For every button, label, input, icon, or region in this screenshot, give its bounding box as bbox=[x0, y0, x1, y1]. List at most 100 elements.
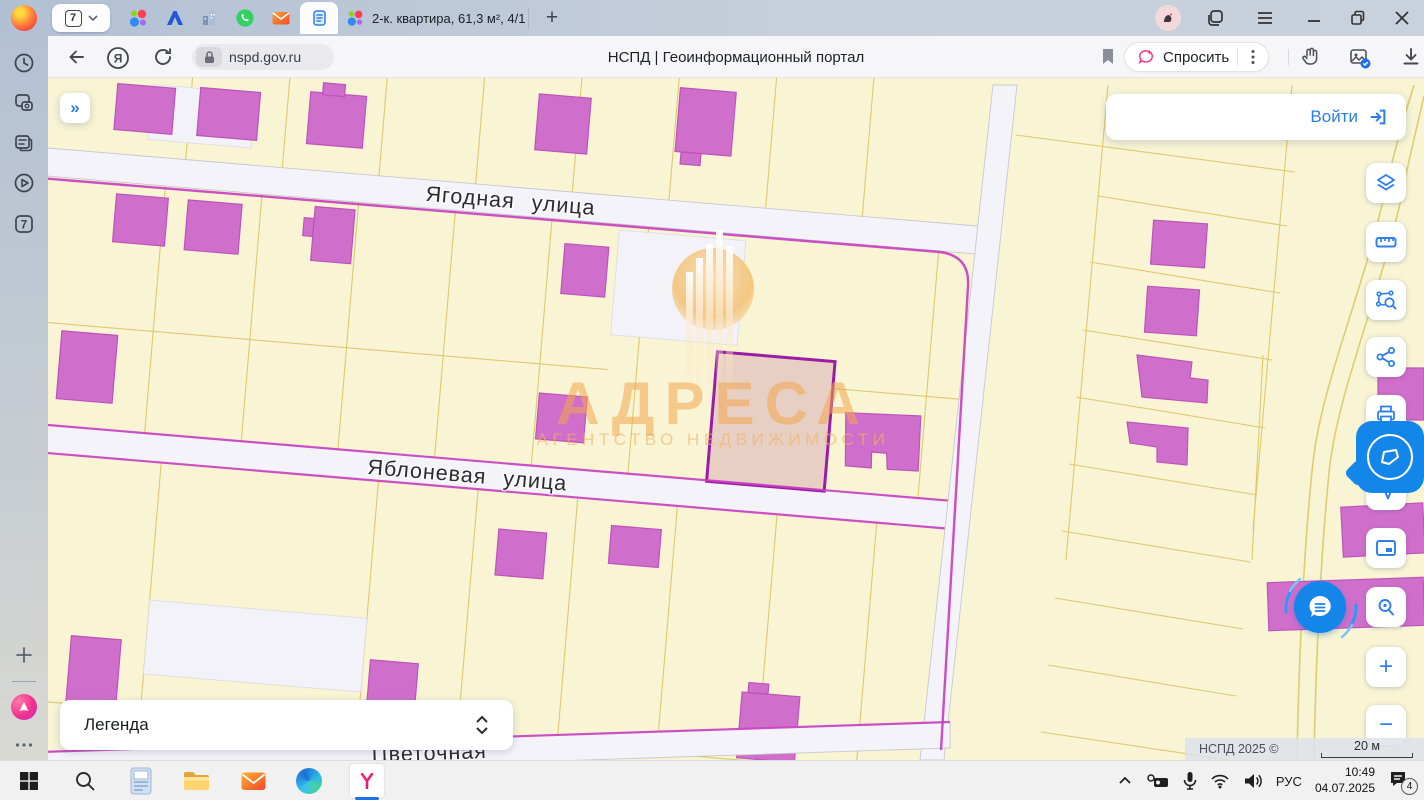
tray-time: 10:49 bbox=[1315, 765, 1375, 781]
map-search-icon bbox=[1374, 595, 1398, 619]
map-canvas[interactable]: Ягодная улица Яблоневая улица Цветочная bbox=[48, 78, 1424, 760]
language-indicator[interactable]: РУС bbox=[1276, 774, 1302, 789]
yandex-home-icon[interactable]: Я bbox=[106, 46, 130, 70]
address-bar[interactable]: nspd.gov.ru bbox=[192, 44, 334, 70]
login-label: Войти bbox=[1310, 107, 1358, 127]
watermark-subtitle: АГЕНТСТВО НЕДВИЖИМОСТИ bbox=[537, 430, 890, 449]
mail-envelope-icon bbox=[240, 769, 267, 793]
download-icon[interactable] bbox=[1400, 46, 1422, 68]
share-button[interactable] bbox=[1366, 337, 1406, 377]
device-camera-icon[interactable] bbox=[1146, 773, 1170, 789]
tab-group-seven-icon[interactable]: 7 bbox=[13, 213, 35, 235]
active-app-indicator bbox=[355, 797, 379, 800]
add-panel-icon[interactable] bbox=[13, 644, 35, 666]
bookmark-icon[interactable] bbox=[1098, 46, 1118, 68]
browser-toolbar: НСПД | Геоинформационный портал Я nspd.g… bbox=[48, 36, 1424, 78]
profile-avatar[interactable] bbox=[1155, 5, 1181, 31]
whatsapp-pinned-tab[interactable] bbox=[235, 8, 255, 28]
taskbar-app-calculator[interactable] bbox=[126, 766, 156, 796]
map-attribution-bar: НСПД 2025 © 20 м bbox=[1185, 738, 1424, 760]
notification-center[interactable]: 4 bbox=[1388, 769, 1416, 793]
scale-bar bbox=[1321, 753, 1413, 758]
screenshot-icon[interactable] bbox=[13, 92, 35, 114]
mail-pinned-tab[interactable] bbox=[271, 8, 291, 28]
tray-chevron-icon[interactable] bbox=[1117, 773, 1133, 789]
chat-support-button[interactable] bbox=[1294, 581, 1346, 633]
legend-panel[interactable]: Легенда bbox=[60, 700, 513, 750]
ask-label: Спросить bbox=[1163, 49, 1229, 66]
taskbar-yandex-browser-active[interactable] bbox=[350, 764, 384, 798]
clock[interactable]: 10:49 04.07.2025 bbox=[1315, 765, 1375, 796]
overview-map-button[interactable] bbox=[1366, 528, 1406, 568]
scale-label: 20 м bbox=[1354, 740, 1380, 753]
legend-title: Легенда bbox=[84, 715, 149, 735]
wifi-icon[interactable] bbox=[1210, 773, 1230, 789]
browser-sidebar: 7 bbox=[0, 36, 48, 760]
back-icon[interactable] bbox=[66, 46, 88, 68]
document-icon bbox=[309, 8, 329, 28]
ask-alice-button[interactable]: Спросить bbox=[1124, 42, 1269, 72]
alice-assistant-icon[interactable] bbox=[11, 694, 37, 720]
feed-icon[interactable] bbox=[13, 132, 35, 154]
taskbar-file-explorer[interactable] bbox=[182, 766, 212, 796]
tab-separator bbox=[528, 8, 529, 28]
search-on-map-button[interactable] bbox=[1366, 587, 1406, 627]
microphone-icon[interactable] bbox=[1183, 771, 1197, 791]
area-search-button[interactable] bbox=[1366, 280, 1406, 320]
legend-collapse-icon[interactable] bbox=[475, 714, 489, 736]
blue-a-pinned-tab[interactable] bbox=[164, 8, 184, 28]
windows-taskbar: РУС 10:49 04.07.2025 4 bbox=[0, 760, 1424, 800]
speaker-icon[interactable] bbox=[1243, 772, 1263, 790]
sidebar-divider bbox=[12, 681, 36, 682]
minimize-button[interactable] bbox=[1304, 8, 1324, 28]
chevron-down-icon bbox=[88, 15, 98, 21]
login-panel[interactable]: Войти bbox=[1106, 94, 1406, 140]
tabs-panel-icon[interactable] bbox=[1205, 8, 1225, 28]
calculator-icon bbox=[129, 767, 153, 795]
polygon-search-icon bbox=[1374, 288, 1398, 312]
history-icon[interactable] bbox=[13, 52, 35, 74]
measure-button[interactable] bbox=[1366, 222, 1406, 262]
tray-date: 04.07.2025 bbox=[1315, 781, 1375, 797]
alice-spark-icon bbox=[1137, 48, 1155, 66]
taskbar-edge[interactable] bbox=[294, 766, 324, 796]
more-options-icon[interactable] bbox=[13, 734, 35, 756]
zoom-in-button[interactable]: + bbox=[1366, 647, 1406, 687]
buildings-pinned-tab[interactable] bbox=[199, 8, 219, 28]
browser-logo-icon[interactable] bbox=[11, 5, 37, 31]
tab-count: 7 bbox=[65, 10, 82, 27]
lock-icon[interactable] bbox=[196, 47, 222, 67]
watermark-title: АДРЕСА bbox=[556, 370, 870, 437]
login-icon bbox=[1368, 107, 1388, 127]
avatar-glyph bbox=[1160, 10, 1176, 26]
screenshot-extension-icon[interactable] bbox=[1348, 46, 1372, 70]
reload-icon[interactable] bbox=[152, 46, 174, 68]
restore-button[interactable] bbox=[1348, 8, 1368, 28]
windows-logo-icon bbox=[19, 771, 39, 791]
tab-counter[interactable]: 7 bbox=[52, 4, 110, 32]
hand-extension-icon[interactable] bbox=[1300, 46, 1322, 68]
zoom-in-label: + bbox=[1379, 655, 1393, 679]
picture-in-picture-icon bbox=[1374, 536, 1398, 560]
new-tab-button[interactable]: + bbox=[538, 4, 566, 32]
taskbar-mail[interactable] bbox=[238, 766, 268, 796]
svg-text:Я: Я bbox=[114, 52, 123, 66]
system-tray: РУС 10:49 04.07.2025 4 bbox=[1117, 761, 1416, 800]
kebab-menu-icon[interactable] bbox=[1246, 48, 1260, 66]
folder-icon bbox=[183, 769, 211, 793]
share-icon bbox=[1374, 345, 1398, 369]
close-button[interactable] bbox=[1392, 8, 1412, 28]
tab-apartment-listing[interactable]: 2-к. квартира, 61,3 м², 4/1 bbox=[346, 6, 546, 30]
sidebar-expand-button[interactable]: » bbox=[60, 93, 90, 123]
sketch-widget-button[interactable] bbox=[1356, 421, 1424, 493]
layers-button[interactable] bbox=[1366, 163, 1406, 203]
video-icon[interactable] bbox=[13, 172, 35, 194]
taskbar-search-button[interactable] bbox=[70, 766, 100, 796]
avito-pinned-tab[interactable] bbox=[128, 8, 148, 28]
notification-badge: 4 bbox=[1401, 778, 1418, 795]
menu-icon[interactable] bbox=[1255, 8, 1275, 28]
start-button[interactable] bbox=[14, 766, 44, 796]
svg-text:7: 7 bbox=[21, 220, 27, 232]
sketch-widget-circle bbox=[1367, 434, 1413, 480]
document-pinned-tab-active[interactable] bbox=[300, 2, 338, 34]
